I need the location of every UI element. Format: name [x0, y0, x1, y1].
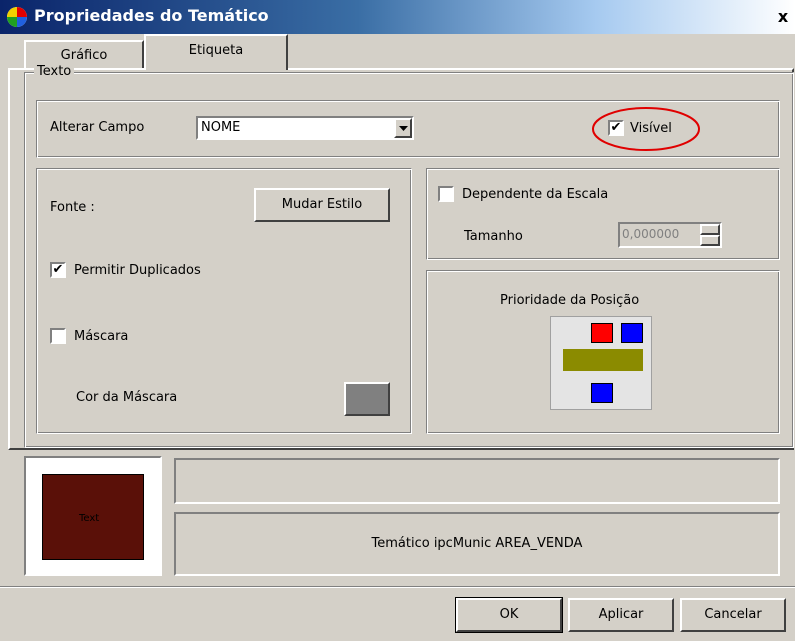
- mascara-label: Máscara: [74, 329, 129, 344]
- ok-button[interactable]: OK: [455, 597, 563, 633]
- app-icon: [7, 7, 27, 27]
- chevron-down-icon: [399, 126, 408, 131]
- tab-etiqueta[interactable]: Etiqueta: [144, 34, 288, 70]
- cancelar-button[interactable]: Cancelar: [680, 598, 786, 632]
- fonte-label: Fonte :: [50, 200, 95, 215]
- red-circle-annotation: [592, 107, 700, 151]
- priority-grid: [550, 316, 652, 410]
- priority-top-left[interactable]: [591, 323, 613, 343]
- dropdown-button[interactable]: [394, 118, 412, 138]
- campo-select[interactable]: NOME: [196, 116, 414, 140]
- mascara-checkbox[interactable]: [50, 328, 66, 344]
- texto-legend: Texto: [34, 64, 75, 79]
- tamanho-label: Tamanho: [464, 229, 523, 244]
- alterar-campo-label: Alterar Campo: [50, 120, 145, 135]
- tamanho-value: 0,000000: [622, 227, 680, 241]
- preview-frame: Text: [24, 456, 162, 576]
- campo-select-value: NOME: [201, 120, 241, 135]
- priority-center[interactable]: [563, 349, 643, 371]
- preview-swatch: Text: [42, 474, 144, 560]
- priority-bottom[interactable]: [591, 383, 613, 403]
- description-panel: Temático ipcMunic AREA_VENDA: [174, 512, 780, 576]
- tamanho-spinbox[interactable]: 0,000000: [618, 222, 722, 248]
- escala-group: [426, 168, 780, 260]
- preview-text: Text: [79, 513, 100, 524]
- mask-color-swatch[interactable]: [344, 382, 390, 416]
- dependente-escala-checkbox[interactable]: [438, 186, 454, 202]
- checkmark-icon: ✔: [52, 262, 64, 277]
- spin-up-button[interactable]: [700, 224, 720, 235]
- preview-empty-panel: [174, 458, 780, 504]
- mask-color-fill: [346, 384, 388, 414]
- divider: [0, 586, 795, 588]
- dependente-escala-label: Dependente da Escala: [462, 187, 609, 202]
- spin-down-button[interactable]: [700, 235, 720, 246]
- permitir-duplicados-label: Permitir Duplicados: [74, 263, 201, 278]
- mudar-estilo-button[interactable]: Mudar Estilo: [254, 188, 390, 222]
- prioridade-label: Prioridade da Posição: [500, 293, 640, 308]
- aplicar-button[interactable]: Aplicar: [568, 598, 674, 632]
- description-text: Temático ipcMunic AREA_VENDA: [371, 536, 583, 551]
- priority-top-right[interactable]: [621, 323, 643, 343]
- permitir-duplicados-checkbox[interactable]: ✔: [50, 262, 66, 278]
- window-title: Propriedades do Temático: [34, 6, 269, 25]
- cor-mascara-label: Cor da Máscara: [76, 390, 178, 405]
- close-button[interactable]: x: [772, 7, 794, 27]
